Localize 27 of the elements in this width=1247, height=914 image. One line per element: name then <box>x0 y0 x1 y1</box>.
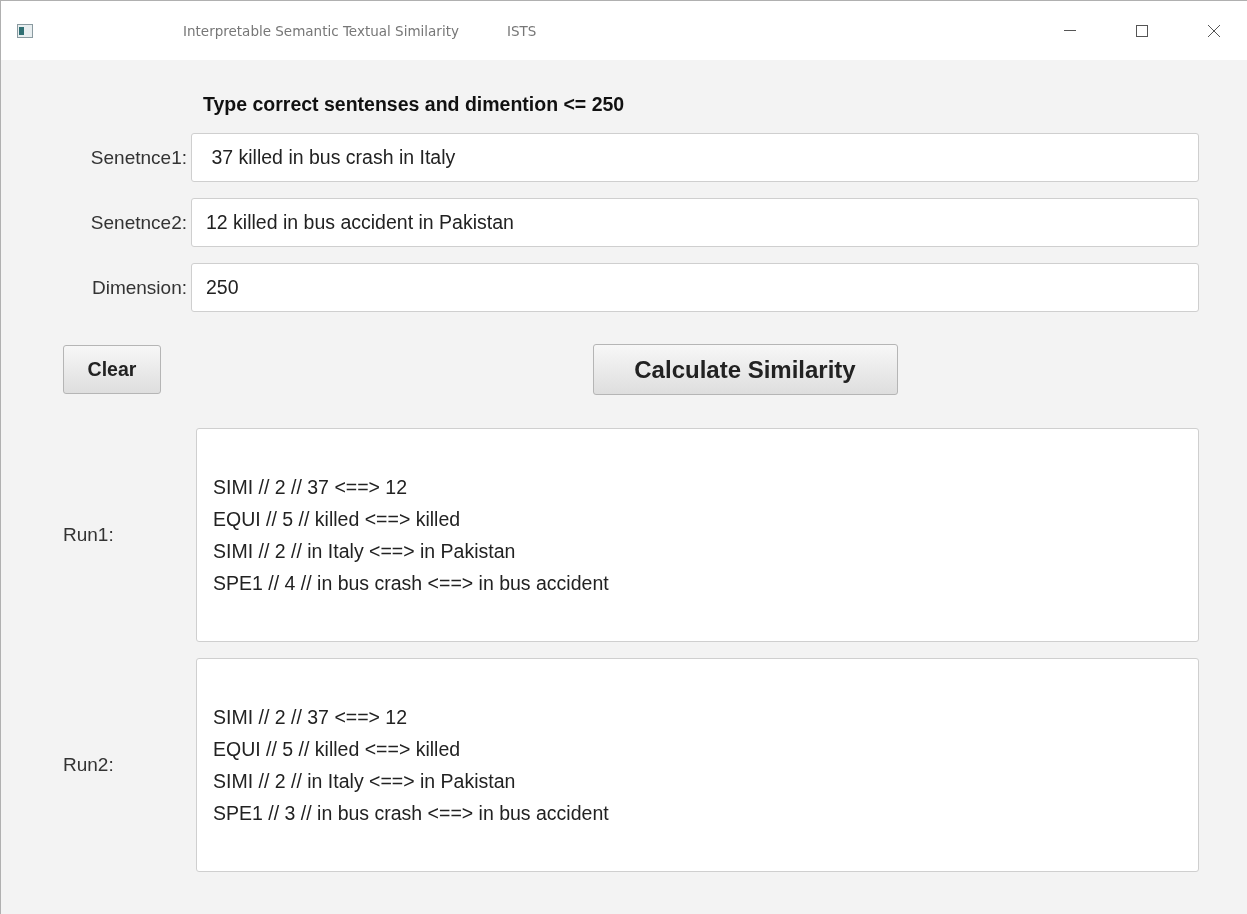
instruction-heading: Type correct sentenses and dimention <= 250 <box>203 93 626 116</box>
run-label: Run1: <box>62 524 115 546</box>
run-label: Run2: <box>62 754 115 776</box>
field-label: Senetnce1: <box>89 146 188 169</box>
output-area[interactable]: SIMI // 2 // 37 <==> 12 EQUI // 5 // killed <==> killed SIMI // 2 // in Italy <==> in Pakistan SPE1 // 4 // in bus crash <==> in bus accident <box>196 428 1199 642</box>
input-field[interactable]: 12 killed in bus accident in Pakistan <box>191 198 1199 247</box>
close-icon <box>1208 24 1220 37</box>
window-subtitle: ISTS <box>506 22 537 39</box>
result-line: EQUI // 5 // killed <==> killed <box>213 737 462 762</box>
input-field[interactable]: 37 killed in bus crash in Italy <box>191 133 1199 182</box>
field-label: Senetnce2: <box>89 211 188 234</box>
result-line: SIMI // 2 // 37 <==> 12 <box>213 705 409 730</box>
clear-button[interactable]: Clear <box>63 345 161 394</box>
result-line: SIMI // 2 // 37 <==> 12 <box>213 475 409 500</box>
app-icon <box>17 23 33 38</box>
result-line: SPE1 // 4 // in bus crash <==> in bus accident <box>213 571 610 596</box>
result-line: SIMI // 2 // in Italy <==> in Pakistan <box>213 769 517 794</box>
output-area[interactable]: SIMI // 2 // 37 <==> 12 EQUI // 5 // killed <==> killed SIMI // 2 // in Italy <==> in Pakistan SPE1 // 3 // in bus crash <==> in bus accident <box>196 658 1199 872</box>
input-field[interactable]: 250 <box>191 263 1199 312</box>
result-line: SPE1 // 3 // in bus crash <==> in bus accident <box>213 801 610 826</box>
calculate-button[interactable]: Calculate Similarity <box>592 344 898 395</box>
minimize-icon <box>1064 30 1076 31</box>
result-line: EQUI // 5 // killed <==> killed <box>213 507 462 532</box>
field-label: Dimension: <box>90 276 188 299</box>
maximize-icon <box>1136 24 1148 37</box>
result-line: SIMI // 2 // in Italy <==> in Pakistan <box>213 539 517 564</box>
window-title: Interpretable Semantic Textual Similarity <box>183 22 459 39</box>
